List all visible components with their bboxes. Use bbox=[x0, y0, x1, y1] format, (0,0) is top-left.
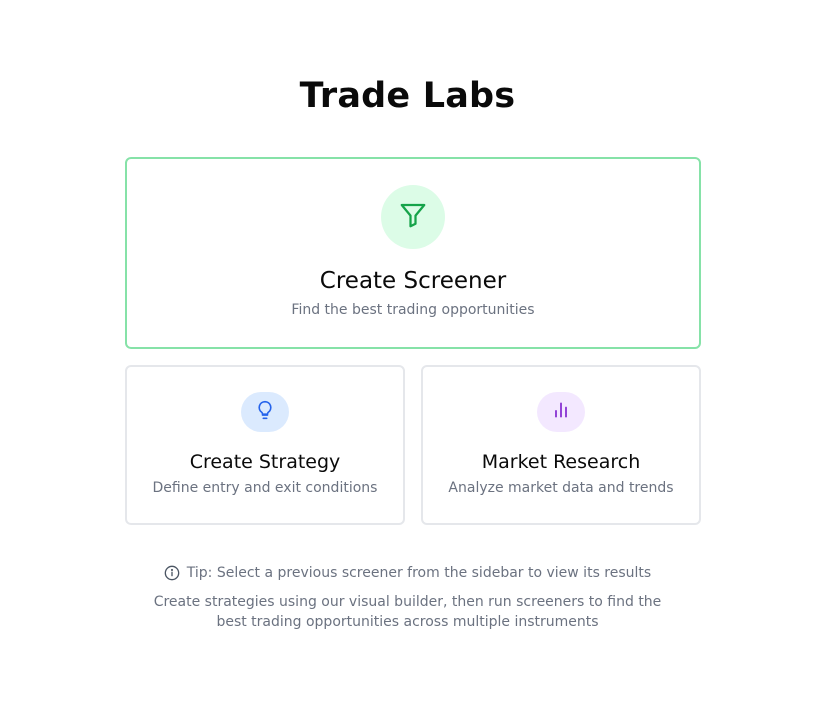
create-strategy-description: Define entry and exit conditions bbox=[152, 480, 378, 496]
info-icon bbox=[164, 565, 180, 581]
page-title: Trade Labs bbox=[299, 76, 516, 116]
trade-labs-page: Trade Labs Create Screener Find the best… bbox=[0, 0, 815, 706]
market-research-card[interactable]: Market Research Analyze market data and … bbox=[421, 365, 701, 525]
screener-icon-badge bbox=[381, 185, 445, 249]
create-screener-description: Find the best trading opportunities bbox=[291, 302, 535, 318]
filter-icon bbox=[398, 200, 428, 234]
research-icon-badge bbox=[537, 392, 585, 432]
market-research-title: Market Research bbox=[481, 451, 641, 473]
bar-chart-icon bbox=[551, 400, 571, 424]
strategy-icon-badge bbox=[241, 392, 289, 432]
market-research-description: Analyze market data and trends bbox=[448, 480, 674, 496]
tip-message: Tip: Select a previous screener from the… bbox=[0, 563, 815, 583]
create-screener-card[interactable]: Create Screener Find the best trading op… bbox=[125, 157, 701, 349]
footer-description: Create strategies using our visual build… bbox=[153, 594, 662, 630]
create-strategy-card[interactable]: Create Strategy Define entry and exit co… bbox=[125, 365, 405, 525]
tip-text: Tip: Select a previous screener from the… bbox=[186, 565, 652, 581]
create-strategy-title: Create Strategy bbox=[189, 451, 341, 473]
lightbulb-icon bbox=[255, 400, 275, 424]
create-screener-title: Create Screener bbox=[319, 268, 507, 294]
